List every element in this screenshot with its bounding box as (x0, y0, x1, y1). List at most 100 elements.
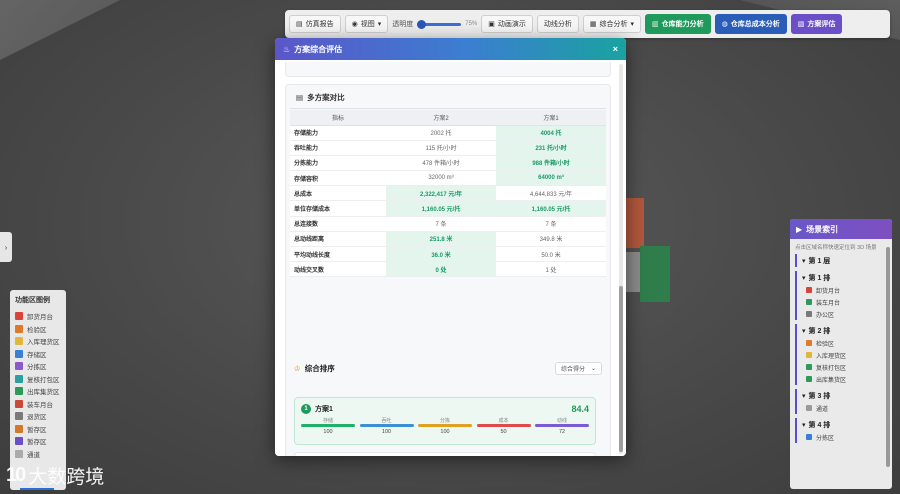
scene-index-scrollbar[interactable] (886, 247, 890, 467)
scene-group-header[interactable]: ▾ 第 2 排 (802, 324, 884, 337)
legend-item: 卸货月台 (15, 310, 61, 323)
header-plan2: 方案2 (386, 110, 496, 126)
sim-report-button[interactable]: ▤ 仿真报告 (289, 15, 341, 33)
scene-item[interactable]: 出库集货区 (802, 373, 884, 385)
ranking-plan-card[interactable]: 2方案269.6存储50吞吐50分拣48成本100动线100 (294, 452, 596, 456)
scene-item-swatch (806, 434, 812, 440)
scene-item[interactable]: 检验区 (802, 337, 884, 349)
legend-label: 暂存区 (27, 439, 47, 447)
plan-score: 84.4 (571, 404, 589, 414)
total-cost-button[interactable]: ◍ 仓库总成本分析 (714, 14, 787, 34)
scene-group-label: 第 2 排 (808, 327, 831, 335)
dialog-body: ▤ 多方案对比 指标 方案2 方案1 存储能力 2002 托 4004 托吞吐能力 1… (275, 60, 626, 456)
opacity-slider-knob[interactable] (417, 19, 427, 29)
header-metric: 指标 (290, 110, 386, 126)
plan2-cell: 2002 托 (386, 125, 496, 141)
table-row: 总成本 2,322,417 元/年 4,644,833 元/年 (290, 185, 606, 202)
scene-item[interactable]: 入库理货区 (802, 349, 884, 361)
scene-group: ▾ 第 4 排分拣区 (795, 418, 884, 443)
building-block (640, 246, 670, 302)
dialog-title: 方案综合评估 (294, 44, 343, 54)
scene-item[interactable]: 通道 (802, 402, 884, 414)
animation-button[interactable]: ▣ 动画演示 (481, 15, 533, 33)
chart-icon: ▥ (652, 21, 659, 28)
legend-label: 复核打包区 (27, 376, 60, 384)
chevron-down-icon: ▾ (377, 21, 382, 28)
opacity-label: 透明度 (392, 21, 414, 28)
legend-item: 退货区 (15, 410, 61, 423)
play-icon: ▶ (796, 224, 803, 234)
plan-eval-button[interactable]: ▧ 方案评估 (790, 14, 843, 34)
score-bar: 动线 72 (535, 417, 589, 435)
ranking-sort-select[interactable]: 综合得分 ⌄ (554, 361, 602, 375)
scene-index-hint: 点击区域名称快速定位到 3D 场景 (795, 245, 877, 251)
legend-item: 暂存区 (15, 423, 61, 436)
scene-item[interactable]: 复核打包区 (802, 361, 884, 373)
clipboard-icon: ♨ (283, 44, 291, 54)
scene-item-swatch (806, 299, 812, 305)
score-bar-label: 成本 (498, 418, 509, 424)
view-label: 视图 (360, 21, 375, 28)
storage-capacity-button[interactable]: ▥ 仓库能力分析 (645, 14, 711, 34)
table-icon: ▤ (296, 93, 304, 102)
plan1-cell: 988 件箱/小时 (496, 155, 606, 172)
scene-item[interactable]: 分拣区 (802, 431, 884, 443)
score-bar: 成本 50 (476, 417, 531, 435)
score-bar-label: 存储 (322, 418, 333, 424)
scene-group-header[interactable]: ▾ 第 1 排 (802, 271, 884, 284)
scene-item[interactable]: 装车月台 (802, 296, 884, 308)
metric-cell: 存储能力 (290, 125, 386, 141)
legend-swatch (15, 387, 23, 396)
scene-item-swatch (806, 352, 812, 358)
plan2-cell: 1,160.05 元/托 (386, 200, 496, 217)
table-row: 动线交叉数 0 处1 处 (290, 261, 606, 278)
sim-report-label: 仿真报告 (305, 21, 334, 28)
score-bar-label: 吞吐 (381, 418, 392, 424)
legend-title: 功能区图例 (15, 297, 50, 304)
metric-cell: 吞吐能力 (290, 140, 386, 156)
plan-eval-label: 方案评估 (807, 21, 836, 28)
scene-item-label: 办公区 (816, 312, 835, 319)
flow-analysis-label: 动线分析 (543, 21, 572, 28)
scene-group-header[interactable]: ▾ 第 3 排 (802, 389, 884, 402)
metric-cell: 动线交叉数 (290, 261, 386, 278)
scene-item[interactable]: 办公区 (802, 308, 884, 320)
legend-label: 暂存区 (27, 426, 47, 434)
plan2-cell: 7 条 (386, 216, 496, 232)
table-row: 吞吐能力 115 托/小时 231 托/小时 (290, 140, 606, 156)
metric-cell: 存储容积 (290, 170, 386, 187)
score-bar-fill (476, 424, 531, 427)
scene-group: ▾ 第 3 排通道 (795, 389, 884, 414)
storage-capacity-label: 仓库能力分析 (661, 21, 704, 28)
3d-warehouse-model[interactable] (626, 198, 670, 302)
scene-group-header[interactable]: ▾ 第 1 层 (802, 254, 884, 267)
chevron-down-icon: ▾ (802, 274, 806, 282)
scene-item-swatch (806, 287, 812, 293)
close-button[interactable]: × (613, 44, 618, 54)
legend-swatch (15, 399, 23, 408)
score-bar-label: 动线 (556, 418, 567, 424)
score-bar-fill (418, 424, 472, 427)
left-panel-toggle[interactable]: › (0, 232, 12, 262)
ranking-plan-card[interactable]: 1 方案1 84.4 存储 100 吞吐 100 分拣 100 成本 50 动线 72 (294, 397, 596, 445)
scene-index-title: 场景索引 (806, 224, 839, 234)
building-block (626, 252, 640, 292)
chevron-down-icon: ▾ (802, 327, 806, 335)
scene-index-header[interactable]: ▶ 场景索引 (790, 219, 892, 239)
table-row: 存储容积 32000 m³ 64000 m³ (290, 170, 606, 187)
dialog-scrollbar-thumb[interactable] (619, 286, 623, 452)
scene-item[interactable]: 卸货月台 (802, 284, 884, 296)
flow-analysis-button[interactable]: 动线分析 (536, 15, 579, 33)
dialog-scrollbar[interactable] (619, 64, 623, 454)
legend-item: 存储区 (15, 348, 61, 361)
table-row: 单位存储成本 1,160.05 元/托 1,160.05 元/托 (290, 200, 606, 217)
view-dropdown[interactable]: ◉ 视图 ▾ (344, 15, 389, 33)
function-area-legend: 功能区图例 卸货月台 检验区 入库理货区 存储区 分拣区 复核打包区 出库集货区 装车月台 退货… (10, 290, 66, 490)
opacity-slider[interactable] (417, 19, 462, 29)
scene-group-header[interactable]: ▾ 第 4 排 (802, 418, 884, 431)
ranking-sort-value: 综合得分 (560, 366, 585, 373)
table-row: 分拣能力 478 件箱/小时 988 件箱/小时 (290, 155, 606, 172)
score-bar-value: 50 (500, 429, 507, 435)
compare-table: 指标 方案2 方案1 存储能力 2002 托 4004 托吞吐能力 115 托/小时 2… (290, 110, 606, 278)
comprehensive-dropdown[interactable]: ▦ 综合分析 ▾ (582, 15, 642, 33)
